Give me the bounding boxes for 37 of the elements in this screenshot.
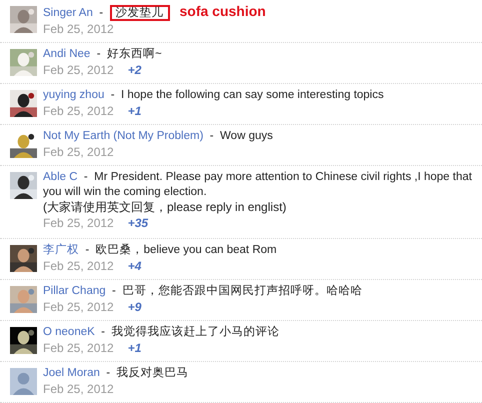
author-link[interactable]: Able C <box>43 171 78 183</box>
author-link[interactable]: Not My Earth (Not My Problem) <box>43 130 204 142</box>
plus-count: +35 <box>128 216 148 230</box>
default-avatar-icon <box>10 368 37 395</box>
author-link[interactable]: 李广权 <box>43 244 79 256</box>
comment-date: Feb 25, 2012 <box>43 22 114 36</box>
comment-date: Feb 25, 2012 <box>43 259 114 273</box>
comment-text: O neoneK - 我觉得我应该赶上了小马的评论 <box>43 325 280 340</box>
annotation-label: sofa cushion <box>180 4 266 19</box>
plus-count: +9 <box>128 300 142 314</box>
comment-text: Pillar Chang - 巴哥，您能否跟中国网民打声招呼呀。哈哈哈 <box>43 284 362 299</box>
comment-date: Feb 25, 2012 <box>43 341 114 355</box>
plus-count: +2 <box>128 63 142 77</box>
author-link[interactable]: Joel Moran <box>43 367 100 379</box>
comment-date: Feb 25, 2012 <box>43 216 114 230</box>
comment-text: yuying zhou - I hope the following can say some interesting topics <box>43 88 384 103</box>
comment-text: Singer An - 沙发垫儿 <box>43 6 170 21</box>
comment-text: 李广权 - 欧巴桑，believe you can beat Rom <box>43 243 277 258</box>
plus-count: +4 <box>128 259 142 273</box>
author-link[interactable]: yuying zhou <box>43 89 104 101</box>
comment-text: Not My Earth (Not My Problem) - Wow guys <box>43 129 273 144</box>
plus-count: +1 <box>128 341 142 355</box>
author-link[interactable]: Pillar Chang <box>43 285 106 297</box>
comment-text: Andi Nee - 好东西啊~ <box>43 47 162 62</box>
comment-text: Able C - Mr President. Please pay more attention to Chinese civil rights ,I hope that you will win the coming election. <box>43 170 473 200</box>
comment-date: Feb 25, 2012 <box>43 63 114 77</box>
highlighted-comment-text: 沙发垫儿 <box>110 5 170 21</box>
comment-date: Feb 25, 2012 <box>43 300 114 314</box>
author-link[interactable]: O neoneK <box>43 326 95 338</box>
comment-date: Feb 25, 2012 <box>43 145 114 159</box>
author-link[interactable]: Singer An <box>43 7 93 19</box>
comment-text: Joel Moran - 我反对奥巴马 <box>43 366 189 381</box>
comment-date: Feb 25, 2012 <box>43 382 114 396</box>
comment-text: (大家请使用英文回复，please reply in englist) <box>43 200 288 215</box>
author-link[interactable]: Andi Nee <box>43 48 90 60</box>
plus-count: +1 <box>128 104 142 118</box>
comment-date: Feb 25, 2012 <box>43 104 114 118</box>
